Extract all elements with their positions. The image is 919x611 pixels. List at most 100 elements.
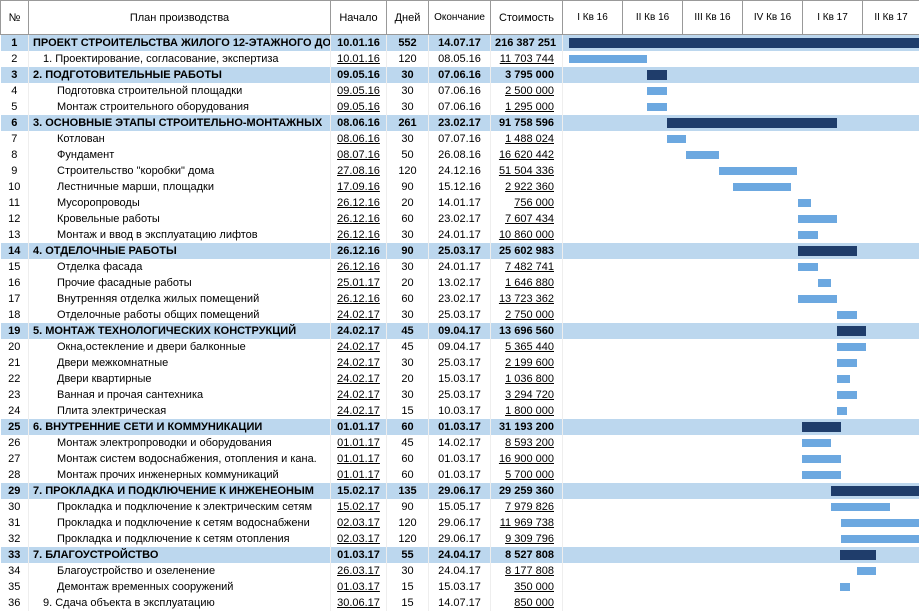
start-date: 01.01.17 (331, 451, 387, 467)
gantt-bar (647, 70, 667, 80)
cost: 1 488 024 (491, 131, 563, 147)
gantt-bar (841, 519, 919, 527)
cost: 3 294 720 (491, 387, 563, 403)
gantt-cell (563, 579, 919, 595)
start-date: 09.05.16 (331, 67, 387, 83)
end-date: 23.02.17 (429, 115, 491, 131)
row-number: 4 (1, 83, 29, 99)
task-row: 20Окна,остекление и двери балконные24.02… (1, 339, 919, 355)
row-number: 6 (1, 115, 29, 131)
col-q2-16: II Кв 16 (623, 1, 683, 35)
cost: 11 969 738 (491, 515, 563, 531)
task-name: 6. ВНУТРЕННИЕ СЕТИ И КОММУНИКАЦИИ (29, 419, 331, 435)
gantt-cell (563, 99, 919, 115)
cost: 91 758 596 (491, 115, 563, 131)
end-date: 01.03.17 (429, 467, 491, 483)
task-row: 17Внутренняя отделка жилых помещений26.1… (1, 291, 919, 307)
end-date: 14.01.17 (429, 195, 491, 211)
start-date: 26.12.16 (331, 211, 387, 227)
task-row: 7Котлован08.06.163007.07.161 488 024 (1, 131, 919, 147)
cost: 350 000 (491, 579, 563, 595)
days: 30 (387, 227, 429, 243)
gantt-bar (818, 279, 831, 287)
gantt-bar (857, 567, 877, 575)
row-number: 28 (1, 467, 29, 483)
cost: 7 482 741 (491, 259, 563, 275)
start-date: 08.06.16 (331, 115, 387, 131)
task-name: 7. БЛАГОУСТРОЙСТВО (29, 547, 331, 563)
days: 30 (387, 387, 429, 403)
row-number: 26 (1, 435, 29, 451)
gantt-bar (719, 167, 797, 175)
cost: 16 620 442 (491, 147, 563, 163)
gantt-bar (802, 422, 841, 432)
gantt-bar (840, 550, 876, 560)
cost: 8 177 808 (491, 563, 563, 579)
gantt-bar (837, 311, 857, 319)
days: 45 (387, 435, 429, 451)
task-row: 13Монтаж и ввод в эксплуатацию лифтов26.… (1, 227, 919, 243)
gantt-bar (837, 375, 850, 383)
task-row: 22Двери квартирные24.02.172015.03.171 03… (1, 371, 919, 387)
col-start: Начало (331, 1, 387, 35)
days: 45 (387, 339, 429, 355)
section-row: 337. БЛАГОУСТРОЙСТВО01.03.175524.04.178 … (1, 547, 919, 563)
gantt-bar (798, 295, 837, 303)
gantt-bar (798, 231, 818, 239)
end-date: 29.06.17 (429, 515, 491, 531)
gantt-cell (563, 483, 919, 499)
task-name: Внутренняя отделка жилых помещений (29, 291, 331, 307)
task-name: Двери межкомнатные (29, 355, 331, 371)
start-date: 24.02.17 (331, 403, 387, 419)
start-date: 26.03.17 (331, 563, 387, 579)
col-q3-16: III Кв 16 (683, 1, 743, 35)
days: 90 (387, 499, 429, 515)
days: 30 (387, 259, 429, 275)
start-date: 24.02.17 (331, 371, 387, 387)
cost: 8 527 808 (491, 547, 563, 563)
gantt-cell (563, 531, 919, 547)
task-name: Плита электрическая (29, 403, 331, 419)
start-date: 24.02.17 (331, 387, 387, 403)
gantt-cell (563, 259, 919, 275)
days: 20 (387, 371, 429, 387)
gantt-bar (802, 471, 841, 479)
gantt-cell (563, 403, 919, 419)
end-date: 07.06.16 (429, 83, 491, 99)
task-name: 9. Сдача объекта в эксплуатацию (29, 595, 331, 611)
start-date: 15.02.17 (331, 499, 387, 515)
start-date: 25.01.17 (331, 275, 387, 291)
gantt-cell (563, 419, 919, 435)
gantt-cell (563, 371, 919, 387)
task-row: 32Прокладка и подключение к сетям отопле… (1, 531, 919, 547)
row-number: 9 (1, 163, 29, 179)
col-q1-17: I Кв 17 (803, 1, 863, 35)
gantt-cell (563, 83, 919, 99)
row-number: 21 (1, 355, 29, 371)
start-date: 01.01.17 (331, 467, 387, 483)
end-date: 14.07.17 (429, 595, 491, 611)
section-row: 32. ПОДГОТОВИТЕЛЬНЫЕ РАБОТЫ09.05.163007.… (1, 67, 919, 83)
gantt-cell (563, 563, 919, 579)
start-date: 09.05.16 (331, 83, 387, 99)
days: 20 (387, 275, 429, 291)
cost: 7 607 434 (491, 211, 563, 227)
cost: 29 259 360 (491, 483, 563, 499)
row-number: 1 (1, 35, 29, 51)
task-name: Монтаж и ввод в эксплуатацию лифтов (29, 227, 331, 243)
gantt-table: № План производства Начало Дней Окончани… (0, 0, 919, 611)
gantt-cell (563, 211, 919, 227)
row-number: 35 (1, 579, 29, 595)
task-row: 12Кровельные работы26.12.166023.02.177 6… (1, 211, 919, 227)
cost: 13 723 362 (491, 291, 563, 307)
gantt-cell (563, 243, 919, 259)
gantt-bar (837, 359, 857, 367)
days: 90 (387, 179, 429, 195)
task-row: 5Монтаж строительного оборудования09.05.… (1, 99, 919, 115)
gantt-bar (802, 455, 841, 463)
task-name: Монтаж систем водоснабжения, отопления и… (29, 451, 331, 467)
days: 30 (387, 563, 429, 579)
section-row: 256. ВНУТРЕННИЕ СЕТИ И КОММУНИКАЦИИ01.01… (1, 419, 919, 435)
gantt-cell (563, 275, 919, 291)
end-date: 10.03.17 (429, 403, 491, 419)
